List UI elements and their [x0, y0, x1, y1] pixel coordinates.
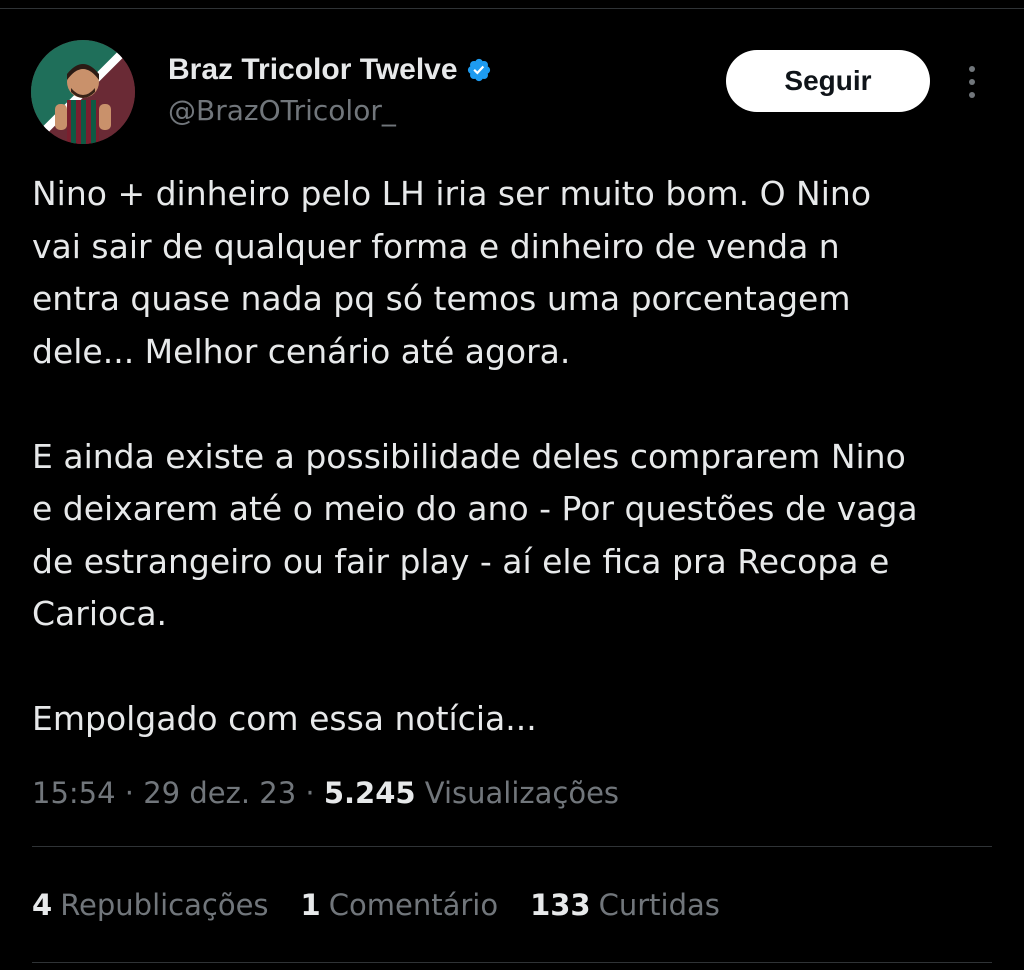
tweet-line: de estrangeiro ou fair play - aí ele fic…: [32, 541, 890, 581]
tweet-line: entra quase nada pq só temos uma porcent…: [32, 279, 851, 318]
author-handle[interactable]: @BrazOTricolor_: [168, 94, 396, 127]
meta-separator: ·: [115, 776, 144, 810]
tweet-line: e deixarem até o meio do ano - Por quest…: [32, 489, 918, 528]
divider: [32, 962, 992, 963]
reposts-count: 4: [32, 888, 53, 922]
likes-count: 133: [530, 888, 591, 922]
engagement-stats: 4 Republicações 1 Comentário 133 Curtidas: [32, 888, 720, 922]
more-dot: [969, 92, 975, 98]
tweet-meta: 15:54 · 29 dez. 23 · 5.245 Visualizações: [32, 776, 619, 810]
comments-label: Comentário: [328, 888, 499, 922]
tweet-date[interactable]: 29 dez. 23: [143, 776, 296, 810]
tweet-line: E ainda existe a possibilidade deles com…: [32, 436, 906, 476]
likes-label: Curtidas: [598, 888, 720, 922]
tweet-line: Nino + dinheiro pelo LH iria ser muito b…: [32, 174, 872, 213]
more-options-icon[interactable]: [958, 62, 986, 102]
author-name[interactable]: Braz Tricolor Twelve: [168, 53, 458, 87]
avatar-illustration: [31, 40, 135, 144]
tweet-line: dele... Melhor cenário até agora.: [32, 331, 571, 371]
likes-stat[interactable]: 133 Curtidas: [530, 888, 720, 922]
views-count: 5.245: [323, 776, 416, 810]
tweet-body: Nino + dinheiro pelo LH iria ser muito b…: [32, 168, 1002, 746]
tweet-line: Carioca.: [32, 594, 168, 633]
divider: [32, 846, 992, 847]
tweet-line: vai sair de qualquer forma e dinheiro de…: [32, 226, 840, 266]
more-dot: [969, 79, 975, 85]
tweet-line: Empolgado com essa notícia...: [32, 699, 537, 738]
more-dot: [969, 66, 975, 72]
meta-separator: ·: [296, 776, 324, 810]
reposts-stat[interactable]: 4 Republicações: [32, 888, 269, 922]
comments-count: 1: [300, 888, 321, 922]
tweet-view: Braz Tricolor Twelve @BrazOTricolor_ Seg…: [0, 0, 1024, 970]
reposts-label: Republicações: [60, 888, 269, 922]
comments-stat[interactable]: 1 Comentário: [301, 888, 499, 922]
author-name-row[interactable]: Braz Tricolor Twelve: [168, 53, 492, 87]
tweet-time[interactable]: 15:54: [32, 776, 116, 810]
top-divider: [0, 8, 1024, 9]
verified-badge-icon: [467, 58, 490, 82]
follow-button[interactable]: Seguir: [726, 50, 930, 112]
avatar[interactable]: [31, 40, 135, 144]
views-label: Visualizações: [415, 776, 620, 810]
